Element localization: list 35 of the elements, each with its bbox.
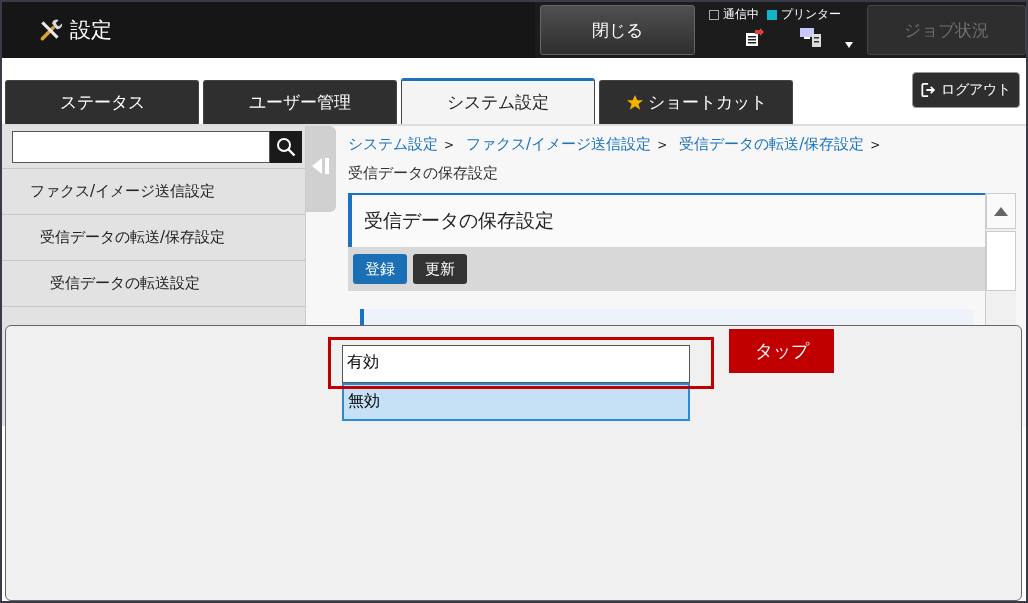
dropdown-option[interactable]: 無効 — [342, 383, 690, 421]
indicator-label: 通信中 — [722, 6, 759, 23]
breadcrumb-separator: > — [657, 138, 668, 152]
breadcrumb-separator: > — [444, 138, 455, 152]
search-button[interactable] — [270, 131, 302, 163]
tab[interactable]: ステータス — [5, 80, 199, 124]
scroll-thumb[interactable] — [986, 231, 1016, 291]
tab[interactable]: システム設定 — [401, 78, 595, 124]
page-title: 受信データの保存設定 — [348, 193, 985, 247]
breadcrumb-separator: > — [870, 138, 881, 152]
sidebar-item[interactable]: ファクス/イメージ送信設定 — [2, 168, 305, 214]
sidebar-item[interactable]: 受信データの転送設定 — [2, 260, 305, 306]
header-title: 設定 — [70, 17, 112, 44]
up-arrow-icon — [994, 206, 1008, 216]
breadcrumb-current: 受信データの保存設定 — [348, 163, 499, 184]
callout: タップ — [729, 329, 834, 373]
tab[interactable]: ユーザー管理 — [203, 80, 397, 124]
breadcrumb-link[interactable]: システム設定 — [348, 135, 438, 153]
search-icon — [276, 137, 296, 157]
breadcrumb-link[interactable]: ファクス/イメージ送信設定 — [466, 135, 652, 153]
toolbar-button[interactable]: 登録 — [353, 254, 407, 284]
dropdown-caret-icon[interactable] — [844, 42, 853, 48]
printer-icon[interactable] — [798, 26, 823, 48]
dropdown-option[interactable]: 有効 — [342, 345, 690, 383]
close-button[interactable]: 閉じる — [539, 5, 695, 55]
toolbar-button[interactable]: 更新 — [413, 254, 467, 284]
logout-icon — [921, 82, 937, 98]
breadcrumb-link[interactable]: 受信データの転送/保存設定 — [679, 135, 865, 153]
tools-icon — [38, 17, 64, 43]
search-field[interactable] — [12, 131, 270, 163]
scroll-up-button[interactable] — [986, 193, 1016, 229]
tab[interactable]: ショートカット — [599, 80, 793, 124]
sidebar-item[interactable]: 受信データの転送/保存設定 — [2, 214, 305, 260]
indicator-label: プリンター — [780, 6, 841, 23]
logout-button[interactable]: ログアウト — [912, 72, 1020, 108]
